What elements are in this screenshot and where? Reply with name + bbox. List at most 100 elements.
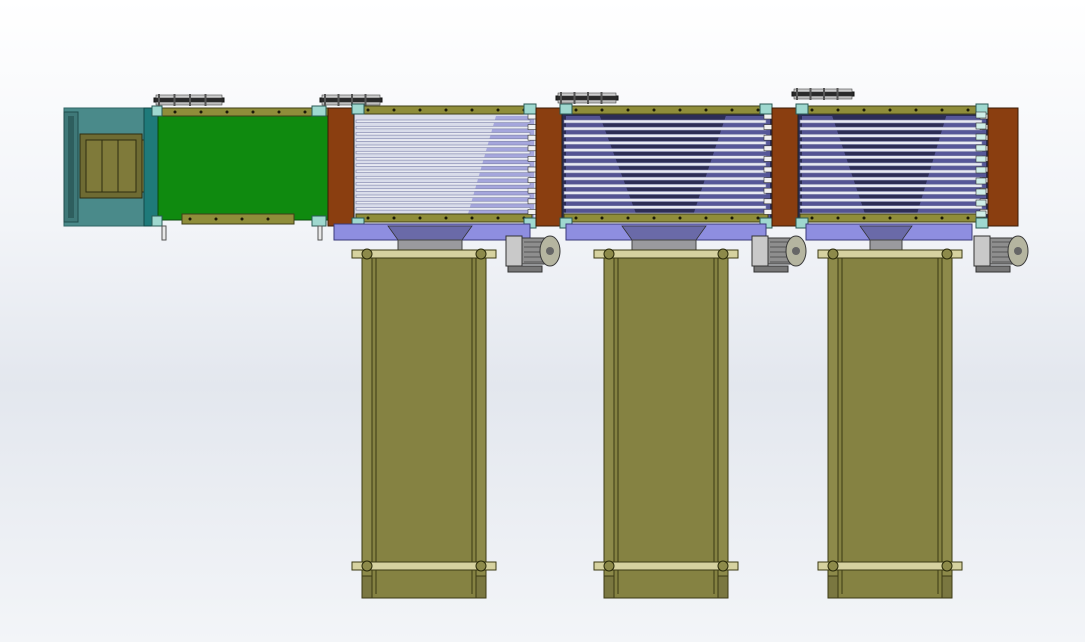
slat	[355, 150, 531, 155]
dryer-bottom-rail	[355, 213, 533, 223]
bolt	[277, 110, 281, 114]
chain-link	[527, 124, 537, 130]
feed-unit	[63, 107, 171, 227]
brown-roller-left	[771, 107, 799, 227]
motor-base	[507, 265, 543, 273]
bearing-icon	[941, 248, 953, 260]
bolt	[366, 108, 370, 112]
slat	[563, 205, 767, 210]
chain-link	[975, 177, 987, 185]
incline-right-post	[941, 249, 953, 599]
motor-base	[975, 265, 1011, 273]
bolt	[444, 216, 448, 220]
motor-flange	[751, 235, 769, 267]
bolt	[496, 216, 500, 220]
chain-link	[975, 144, 987, 152]
slat	[799, 169, 983, 174]
motor-base	[753, 265, 789, 273]
slat	[563, 176, 767, 181]
bolt	[862, 108, 866, 112]
chain-link	[527, 187, 537, 194]
dryer3-pulley-icon	[791, 88, 855, 100]
bolt	[940, 108, 944, 112]
incline-conveyor-3	[817, 248, 963, 599]
incline-frame	[827, 249, 953, 599]
brown-roller-left	[535, 107, 563, 227]
chain-link	[763, 198, 773, 205]
pulley-pin	[573, 92, 576, 104]
bolt	[730, 216, 734, 220]
slat	[563, 183, 767, 188]
slat	[355, 138, 531, 142]
pulley-pin	[560, 92, 562, 104]
slat	[355, 194, 531, 198]
bolt	[810, 216, 814, 220]
slat	[355, 207, 531, 211]
pulley-pin	[823, 88, 825, 100]
bolt	[600, 216, 604, 220]
cad-viewport[interactable]	[0, 0, 1085, 642]
chain-link	[527, 209, 537, 215]
foot	[603, 575, 615, 599]
slat	[799, 205, 983, 210]
slat	[355, 175, 531, 180]
green-pulley-left-icon	[153, 94, 225, 106]
dryer-corner-block	[975, 217, 989, 229]
bolt	[392, 216, 396, 220]
pulley-pin	[600, 92, 603, 104]
bolt	[888, 108, 892, 112]
chain-link	[763, 124, 773, 130]
chain-link	[975, 133, 987, 141]
chain-link	[975, 188, 987, 196]
chain-link	[975, 199, 987, 207]
chain-link	[975, 155, 987, 163]
bolt	[199, 110, 203, 114]
slat	[355, 188, 531, 192]
top-shaft	[817, 249, 963, 259]
dryer-corner-block	[759, 103, 773, 115]
bearing-icon	[603, 560, 615, 572]
bolt	[888, 216, 892, 220]
pulley-pin	[796, 88, 798, 100]
slat	[563, 198, 767, 202]
slat	[355, 163, 531, 167]
dryer-top-rail	[355, 105, 533, 115]
dryer-corner-block	[351, 103, 365, 115]
bolt	[836, 216, 840, 220]
pulley-pin	[189, 94, 191, 106]
bolt	[626, 216, 630, 220]
bolt	[966, 108, 970, 112]
slat	[355, 200, 531, 205]
pulley-pin	[587, 92, 589, 104]
slat	[563, 133, 767, 138]
chain-link	[763, 187, 773, 194]
dryer-corner-block	[523, 103, 537, 115]
slat	[355, 157, 531, 161]
chain-link	[763, 156, 773, 162]
pulley-pin	[337, 94, 340, 106]
incline-left-post	[827, 249, 839, 599]
chain-link	[763, 209, 773, 215]
slat	[563, 169, 767, 174]
foot	[827, 575, 839, 599]
bolt	[496, 108, 500, 112]
slat	[799, 141, 983, 145]
pulley-pin	[836, 88, 839, 100]
bolt	[251, 110, 255, 114]
bolt	[188, 217, 192, 221]
pulley-pin	[364, 94, 367, 106]
incline-right-post	[475, 249, 487, 599]
pulley-pin	[173, 94, 176, 106]
brown-roller-right	[987, 107, 1019, 227]
incline-left-post	[361, 249, 373, 599]
chain-link	[975, 122, 987, 130]
bolt	[600, 108, 604, 112]
chain-link	[763, 177, 773, 183]
slat	[799, 191, 983, 195]
slat	[799, 148, 983, 152]
green-pulley-right-icon	[319, 94, 383, 106]
bolt	[730, 108, 734, 112]
chain-link	[527, 113, 537, 120]
motor-hub	[546, 247, 554, 255]
green-belt	[157, 111, 331, 221]
